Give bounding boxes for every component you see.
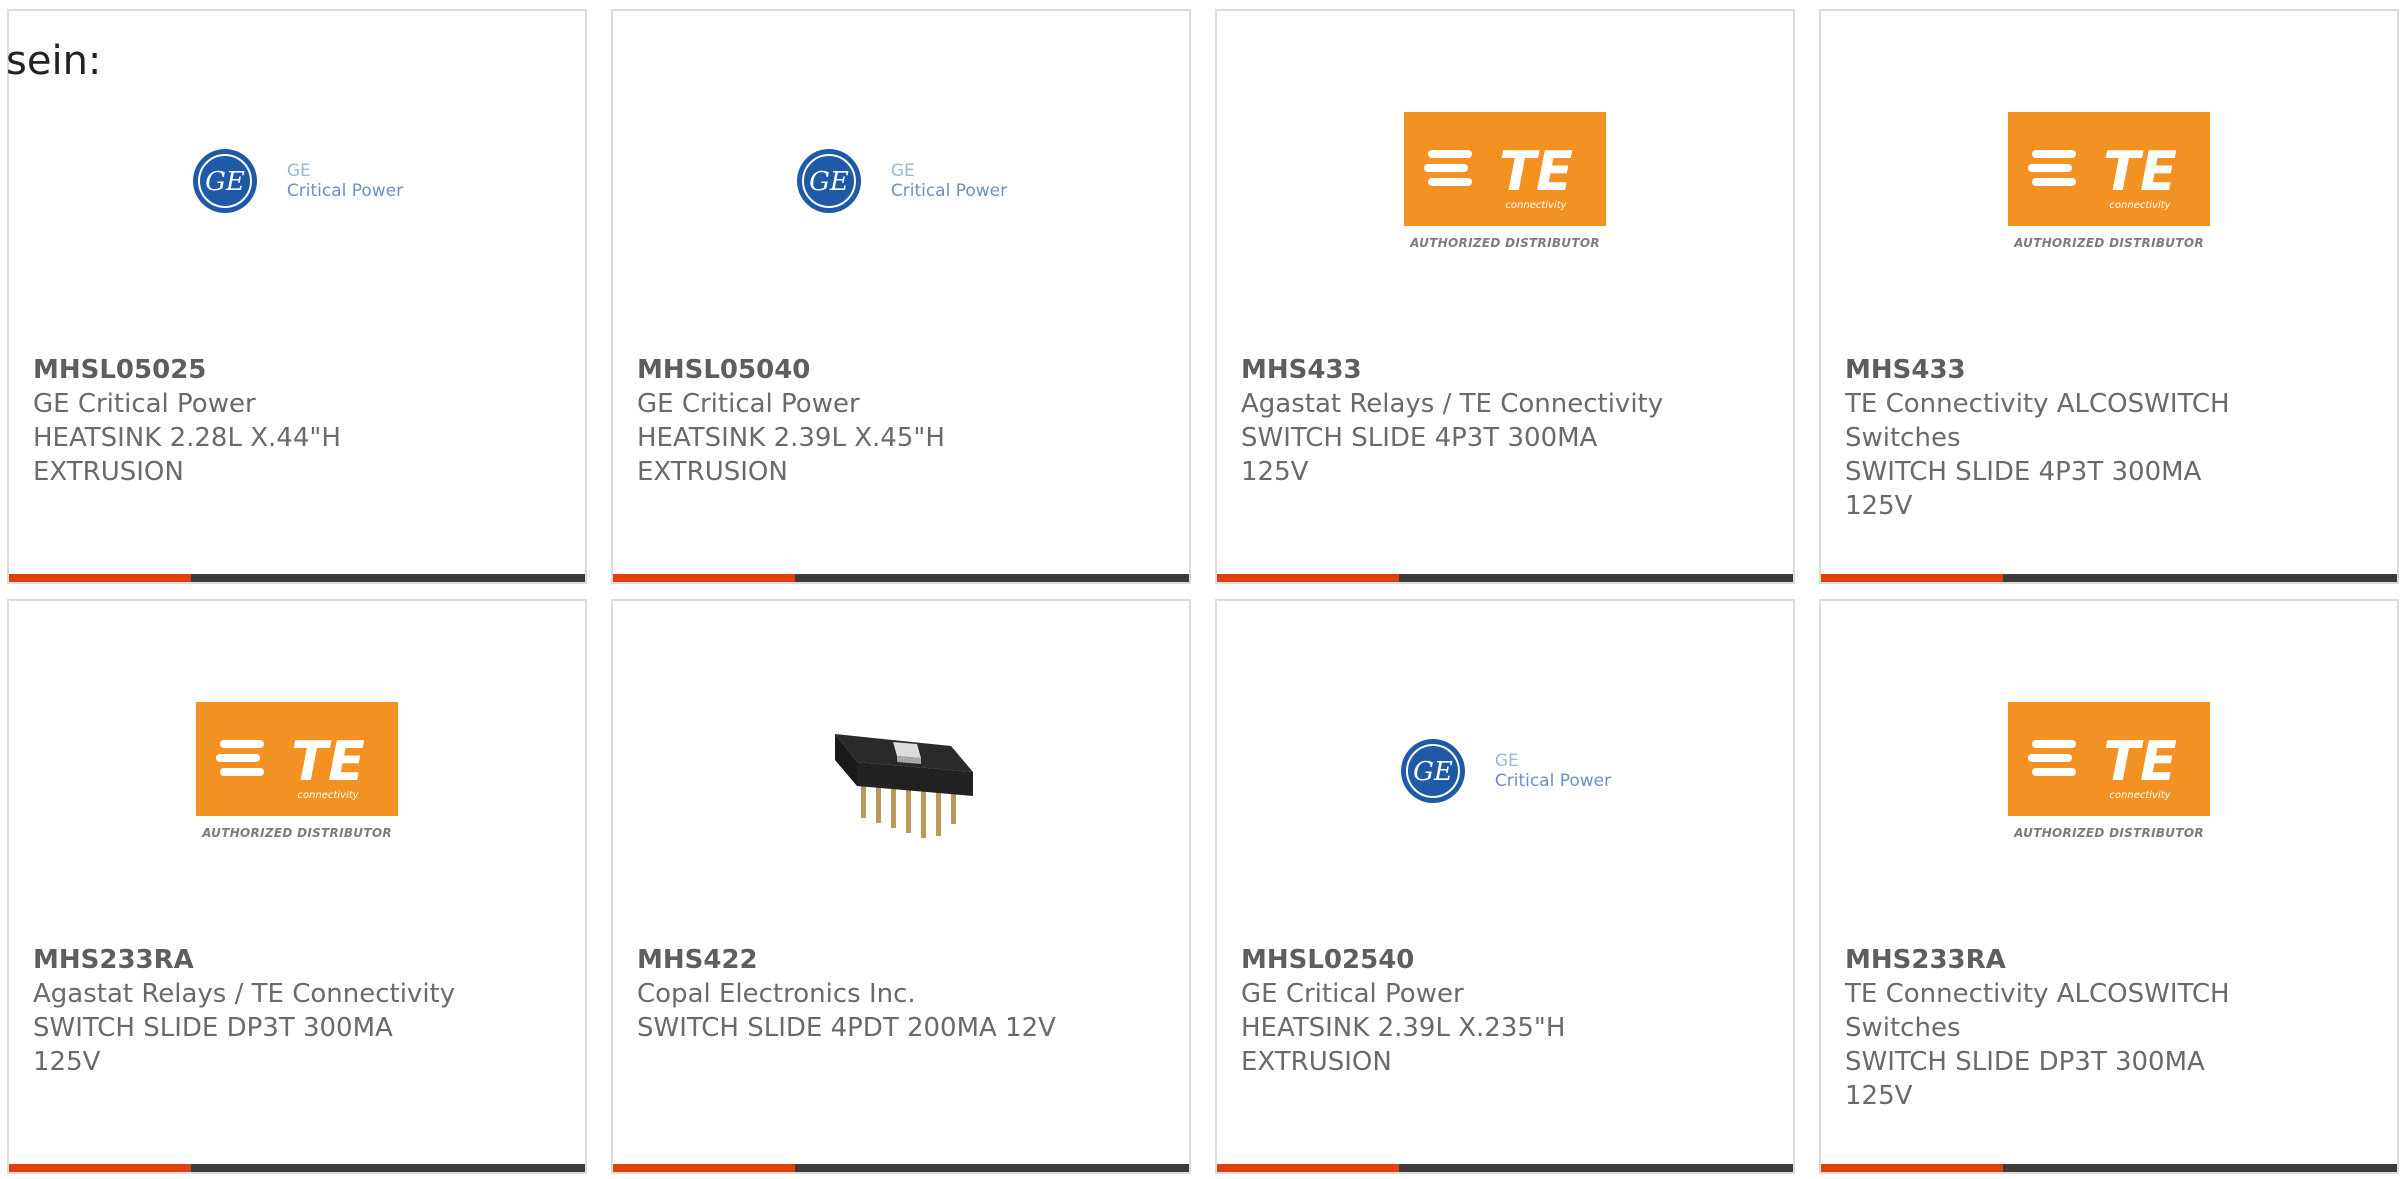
product-card[interactable]: GE GE Critical Power MHSL05025 GE Critic… <box>7 9 587 584</box>
ge-logo-line2: Critical Power <box>1494 771 1612 791</box>
te-connectivity-logo: TE connectivity AUTHORIZED DISTRIBUTOR <box>1404 112 1606 250</box>
card-accent-bar <box>9 1164 191 1172</box>
product-card[interactable]: MHS422 Copal Electronics Inc. SWITCH SLI… <box>611 599 1191 1174</box>
manufacturer-logo-area: GE GE Critical Power <box>9 101 585 261</box>
card-bottom-bar <box>1821 1164 2397 1172</box>
svg-text:connectivity: connectivity <box>1505 200 1567 211</box>
part-description: HEATSINK 2.39L X.45"H EXTRUSION <box>637 423 945 487</box>
svg-text:GE: GE <box>1413 757 1453 787</box>
manufacturer-logo-area: TE connectivity AUTHORIZED DISTRIBUTOR <box>1821 101 2397 261</box>
manufacturer-logo-area: TE connectivity AUTHORIZED DISTRIBUTOR <box>1217 101 1793 261</box>
product-card[interactable]: TE connectivity AUTHORIZED DISTRIBUTOR M… <box>1819 9 2399 584</box>
card-accent-bar <box>1217 1164 1399 1172</box>
te-logo-icon: TE connectivity <box>196 702 398 816</box>
svg-text:connectivity: connectivity <box>297 790 359 801</box>
part-description: SWITCH SLIDE 4P3T 300MA 125V <box>1845 457 2202 521</box>
svg-text:GE: GE <box>809 167 849 197</box>
product-card[interactable]: GE GE Critical Power MHSL02540 GE Critic… <box>1215 599 1795 1174</box>
ge-critical-power-logo: GE GE Critical Power <box>191 146 403 216</box>
card-bottom-bar <box>613 574 1189 582</box>
card-bottom-bar <box>1217 1164 1793 1172</box>
te-connectivity-logo: TE connectivity AUTHORIZED DISTRIBUTOR <box>196 702 398 840</box>
part-number[interactable]: MHSL02540 <box>1241 943 1671 977</box>
card-accent-bar <box>1217 574 1399 582</box>
svg-text:TE: TE <box>291 730 365 793</box>
ge-logo-line2: Critical Power <box>890 181 1008 201</box>
manufacturer-name: Agastat Relays / TE Connectivity <box>1241 389 1664 419</box>
te-connectivity-logo: TE connectivity AUTHORIZED DISTRIBUTOR <box>2008 112 2210 250</box>
part-description: SWITCH SLIDE DP3T 300MA 125V <box>1845 1047 2205 1111</box>
part-description: SWITCH SLIDE DP3T 300MA 125V <box>33 1013 393 1077</box>
svg-text:TE: TE <box>2103 730 2177 793</box>
card-bottom-bar <box>9 1164 585 1172</box>
authorized-distributor-label: AUTHORIZED DISTRIBUTOR <box>202 826 392 840</box>
svg-text:connectivity: connectivity <box>2109 790 2171 801</box>
product-card[interactable]: TE connectivity AUTHORIZED DISTRIBUTOR M… <box>7 599 587 1174</box>
authorized-distributor-label: AUTHORIZED DISTRIBUTOR <box>2014 826 2204 840</box>
svg-text:TE: TE <box>1499 140 1573 203</box>
te-logo-icon: TE connectivity <box>1404 112 1606 226</box>
part-description: HEATSINK 2.28L X.44"H EXTRUSION <box>33 423 341 487</box>
manufacturer-logo-area: TE connectivity AUTHORIZED DISTRIBUTOR <box>9 691 585 851</box>
part-number[interactable]: MHS433 <box>1241 353 1671 387</box>
card-bottom-bar <box>1217 574 1793 582</box>
svg-text:connectivity: connectivity <box>2109 200 2171 211</box>
card-bottom-bar <box>613 1164 1189 1172</box>
manufacturer-name: Copal Electronics Inc. <box>637 979 916 1009</box>
manufacturer-name: TE Connectivity ALCOSWITCH Switches <box>1845 389 2230 453</box>
manufacturer-name: Agastat Relays / TE Connectivity <box>33 979 456 1009</box>
manufacturer-logo-area: GE GE Critical Power <box>1217 691 1793 851</box>
part-description: SWITCH SLIDE 4P3T 300MA 125V <box>1241 423 1598 487</box>
product-card[interactable]: TE connectivity AUTHORIZED DISTRIBUTOR M… <box>1819 599 2399 1174</box>
product-grid: GE GE Critical Power MHSL05025 GE Critic… <box>0 0 2404 1179</box>
part-number[interactable]: MHSL05025 <box>33 353 463 387</box>
manufacturer-logo-area <box>613 691 1189 851</box>
authorized-distributor-label: AUTHORIZED DISTRIBUTOR <box>2014 236 2204 250</box>
part-number[interactable]: MHS422 <box>637 943 1067 977</box>
manufacturer-logo-area: TE connectivity AUTHORIZED DISTRIBUTOR <box>1821 691 2397 851</box>
ge-logo-line1: GE <box>890 161 915 181</box>
card-accent-bar <box>613 1164 795 1172</box>
product-card[interactable]: GE GE Critical Power MHSL05040 GE Critic… <box>611 9 1191 584</box>
manufacturer-name: GE Critical Power <box>1241 979 1464 1009</box>
ge-critical-power-logo: GE GE Critical Power <box>1399 736 1611 806</box>
card-accent-bar <box>1821 574 2003 582</box>
manufacturer-name: TE Connectivity ALCOSWITCH Switches <box>1845 979 2230 1043</box>
manufacturer-name: GE Critical Power <box>33 389 256 419</box>
ge-monogram-icon: GE <box>796 149 861 213</box>
part-description: HEATSINK 2.39L X.235"H EXTRUSION <box>1241 1013 1566 1077</box>
manufacturer-logo-area: GE GE Critical Power <box>613 101 1189 261</box>
te-logo-icon: TE connectivity <box>2008 112 2210 226</box>
ge-logo-line2: Critical Power <box>286 181 404 201</box>
ge-logo-line1: GE <box>286 161 311 181</box>
lead-text: sein: <box>6 38 102 84</box>
card-bottom-bar <box>9 574 585 582</box>
ge-critical-power-logo: GE GE Critical Power <box>795 146 1007 216</box>
te-logo-icon: TE connectivity <box>2008 702 2210 816</box>
ge-logo-line1: GE <box>1494 751 1519 771</box>
manufacturer-name: GE Critical Power <box>637 389 860 419</box>
te-connectivity-logo: TE connectivity AUTHORIZED DISTRIBUTOR <box>2008 702 2210 840</box>
part-number[interactable]: MHS233RA <box>33 943 463 977</box>
card-accent-bar <box>9 574 191 582</box>
part-number[interactable]: MHSL05040 <box>637 353 1067 387</box>
part-description: SWITCH SLIDE 4PDT 200MA 12V <box>637 1013 1056 1043</box>
ge-monogram-icon: GE <box>1400 739 1465 803</box>
svg-text:GE: GE <box>205 167 245 197</box>
card-bottom-bar <box>1821 574 2397 582</box>
ge-monogram-icon: GE <box>192 149 257 213</box>
card-accent-bar <box>613 574 795 582</box>
part-number[interactable]: MHS233RA <box>1845 943 2275 977</box>
authorized-distributor-label: AUTHORIZED DISTRIBUTOR <box>1410 236 1600 250</box>
product-card[interactable]: TE connectivity AUTHORIZED DISTRIBUTOR M… <box>1215 9 1795 584</box>
slide-switch-product-image <box>835 734 973 838</box>
part-number[interactable]: MHS433 <box>1845 353 2275 387</box>
card-accent-bar <box>1821 1164 2003 1172</box>
svg-text:TE: TE <box>2103 140 2177 203</box>
